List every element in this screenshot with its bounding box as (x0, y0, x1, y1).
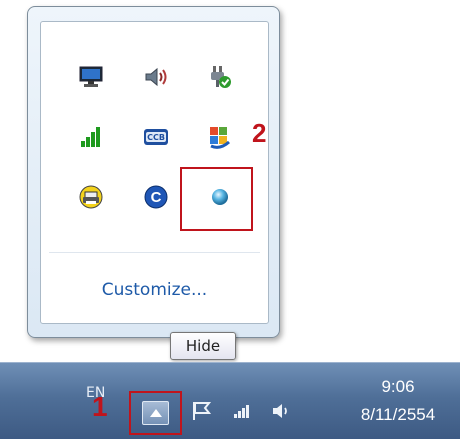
hide-tooltip: Hide (170, 332, 236, 360)
system-clock[interactable]: 9:06 8/11/2554 (348, 373, 448, 429)
printer-icon[interactable] (76, 182, 106, 212)
show-hidden-icons-button[interactable] (129, 391, 182, 435)
volume-icon[interactable] (141, 62, 171, 92)
network-signal-icon[interactable] (233, 403, 253, 419)
annotation-marker-2: 2 (252, 118, 267, 148)
power-plug-icon[interactable] (205, 62, 235, 92)
popup-divider (49, 252, 260, 253)
annotation-marker-1: 1 (92, 391, 108, 422)
ccb-icon[interactable]: CCB (141, 122, 171, 152)
chevron-up-icon (149, 409, 162, 417)
c-app-icon[interactable]: C (141, 182, 171, 212)
display-icon[interactable] (76, 62, 106, 92)
windows-update-icon[interactable] (205, 122, 235, 152)
highlight-box-icon (180, 167, 253, 231)
signal-bars-icon[interactable] (76, 122, 106, 152)
clock-date: 8/11/2554 (360, 405, 436, 424)
show-hidden-icons-inner[interactable] (142, 401, 169, 425)
customize-link[interactable]: Customize... (41, 280, 268, 300)
taskbar: EN 1 9:06 8/11/2554 (0, 362, 460, 439)
clock-time: 9:06 (381, 377, 415, 396)
svg-text:CCB: CCB (147, 133, 165, 142)
speaker-volume-icon[interactable] (271, 401, 293, 421)
svg-text:C: C (151, 189, 162, 206)
action-center-flag-icon[interactable] (191, 401, 213, 421)
